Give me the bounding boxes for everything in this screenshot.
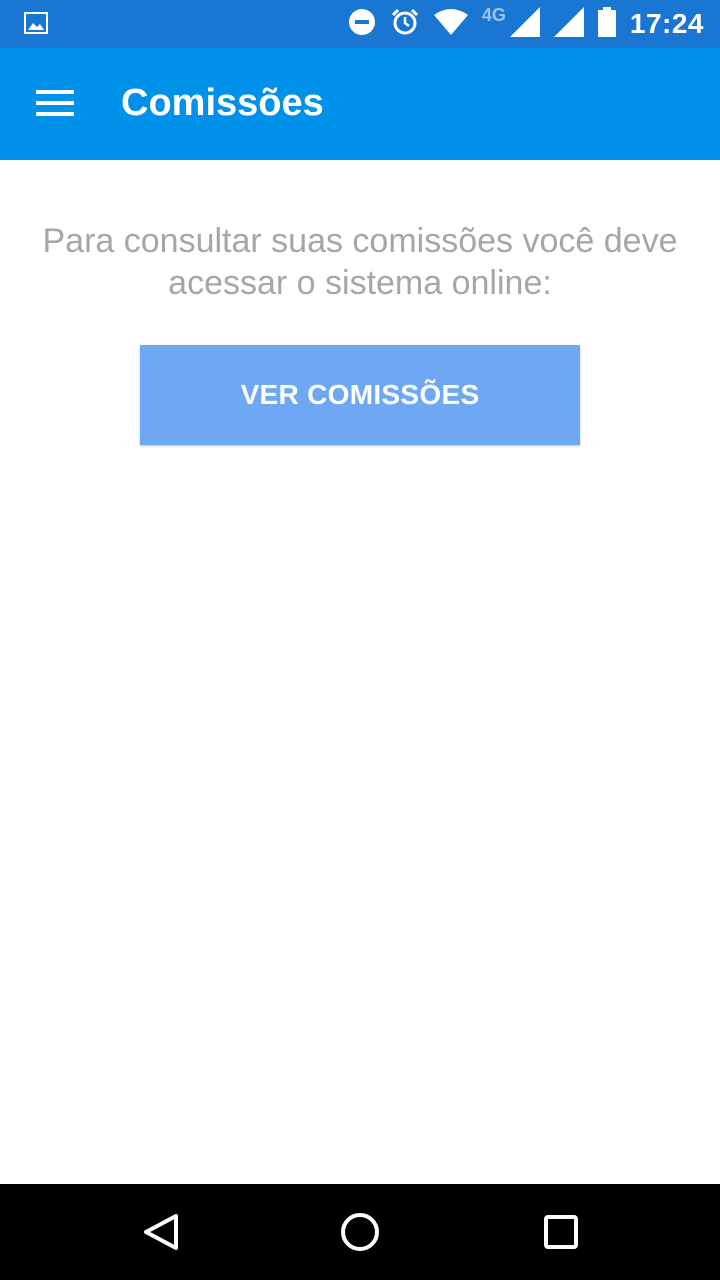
- menu-button[interactable]: [24, 76, 88, 132]
- signal-icon-2: [553, 6, 584, 42]
- signal-icon: [509, 6, 540, 42]
- image-notification-icon: [24, 12, 48, 34]
- back-button[interactable]: [130, 1202, 190, 1262]
- recents-icon: [544, 1215, 578, 1249]
- home-icon: [341, 1213, 379, 1251]
- navigation-bar: [0, 1184, 720, 1280]
- battery-icon: [597, 6, 616, 42]
- back-icon: [144, 1214, 178, 1250]
- menu-icon: [36, 90, 74, 116]
- status-bar: 4G 17:24: [0, 0, 720, 48]
- app-bar: Comissões: [0, 48, 720, 160]
- status-time: 17:24: [629, 8, 704, 39]
- status-icons: 4G 17:24: [334, 0, 704, 48]
- home-button[interactable]: [330, 1202, 390, 1262]
- wifi-icon: [433, 8, 468, 40]
- alarm-icon: [390, 7, 420, 42]
- main-content: Para consultar suas comissões você deve …: [0, 160, 720, 1184]
- info-message: Para consultar suas comissões você deve …: [42, 222, 678, 302]
- recents-button[interactable]: [530, 1202, 590, 1262]
- do-not-disturb-icon: [348, 8, 376, 41]
- view-commissions-button[interactable]: VER COMISSÕES: [140, 345, 580, 445]
- network-type-label: 4G: [481, 4, 506, 25]
- page-title: Comissões: [121, 82, 324, 124]
